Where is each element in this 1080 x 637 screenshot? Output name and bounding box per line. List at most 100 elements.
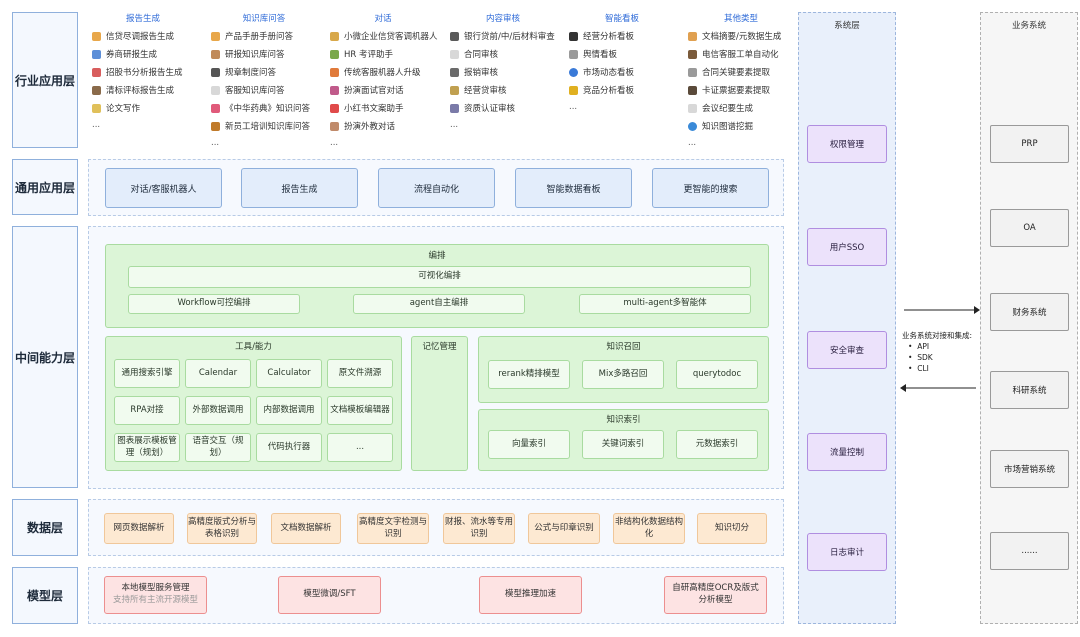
model-item: 模型微调/SFT [278, 576, 381, 614]
local-model-subtitle: 支持所有主流开源模型 [112, 595, 198, 605]
industry-item: 论文写作 [92, 102, 140, 114]
industry-item: 扮演面试官对话 [330, 84, 404, 96]
industry-more: ... [211, 138, 220, 148]
business-system-item: 科研系统 [990, 371, 1069, 409]
index-item: 关键词索引 [582, 430, 664, 459]
local-model-service: 本地模型服务管理 支持所有主流开源模型 [104, 576, 207, 614]
industry-column-title: 内容审核 [485, 14, 520, 24]
bank-icon [330, 31, 339, 41]
model-item: 模型推理加速 [479, 576, 582, 614]
system-item-security: 安全审查 [807, 331, 887, 369]
tools-title: 工具/能力 [235, 342, 272, 352]
industry-item: 合同审核 [450, 48, 498, 60]
recall-title: 知识召回 [606, 342, 641, 352]
industry-item: 研报知识库问答 [211, 48, 285, 60]
industry-item: 招股书分析报告生成 [92, 66, 183, 78]
layer-label-data: 数据层 [12, 499, 78, 556]
card-icon [450, 31, 459, 41]
industry-more: ... [92, 120, 101, 130]
general-app-automation: 流程自动化 [378, 168, 495, 208]
pin-icon [330, 103, 339, 113]
industry-item: HR 考评助手 [330, 48, 393, 60]
integration-bullet: • CLI [908, 364, 929, 373]
industry-item: 舆情看板 [569, 48, 617, 60]
contract-icon [450, 49, 459, 59]
checklist-icon [330, 49, 339, 59]
industry-item: 清标评标报告生成 [92, 84, 174, 96]
industry-item: 报销审核 [450, 66, 498, 78]
industry-item: 经营分析看板 [569, 30, 634, 42]
system-item-permission: 权限管理 [807, 125, 887, 163]
report-icon [92, 49, 101, 59]
teacher-icon [330, 121, 339, 131]
business-system-item: 财务系统 [990, 293, 1069, 331]
integration-bullet: • API [908, 342, 930, 351]
data-item: 高精度版式分析与表格识别 [187, 513, 257, 544]
receipt-icon [450, 67, 459, 77]
industry-item: 产品手册手册问答 [211, 30, 293, 42]
industry-item: 传统客服机器人升级 [330, 66, 421, 78]
globe-icon [569, 67, 578, 77]
industry-item: 知识图谱挖掘 [688, 120, 753, 132]
chat-icon [211, 85, 220, 95]
tool-item: 语音交互（规划） [185, 433, 251, 462]
megaphone-icon [569, 49, 578, 59]
data-item: 财报、流水等专用识别 [443, 513, 515, 544]
industry-item: 银行贷前/中/后材料审查 [450, 30, 555, 42]
industry-item: 规章制度问答 [211, 66, 276, 78]
document-icon [688, 31, 697, 41]
person-icon [211, 31, 220, 41]
local-model-title: 本地模型服务管理 [121, 583, 190, 594]
id-card-icon [688, 85, 697, 95]
layer-label-middle: 中间能力层 [12, 226, 78, 488]
training-icon [211, 121, 220, 131]
industry-item: 客服知识库问答 [211, 84, 285, 96]
industry-item: 市场动态看板 [569, 66, 634, 78]
model-item: 自研高精度OCR及版式分析模型 [664, 576, 767, 614]
tool-item: Calculator [256, 359, 322, 388]
industry-item: 资质认证审核 [450, 102, 515, 114]
industry-item: 小微企业信贷客调机器人 [330, 30, 438, 42]
report-icon [92, 31, 101, 41]
industry-more: ... [569, 102, 578, 112]
recall-item: Mix多路召回 [582, 360, 664, 389]
industry-item: 竞品分析看板 [569, 84, 634, 96]
industry-item: 合同关键要素提取 [688, 66, 770, 78]
book-icon [211, 67, 220, 77]
integration-bullet: • SDK [908, 353, 933, 362]
index-item: 向量索引 [488, 430, 570, 459]
visual-orchestration: 可视化编排 [128, 266, 751, 288]
robot-icon [330, 67, 339, 77]
industry-item: 新员工培训知识库问答 [211, 120, 310, 132]
industry-item: 小红书文案助手 [330, 102, 404, 114]
data-item: 高精度文字检测与识别 [357, 513, 429, 544]
monitor-icon [569, 31, 578, 41]
chart-icon [92, 67, 101, 77]
bank-icon [450, 85, 459, 95]
general-app-report: 报告生成 [241, 168, 358, 208]
tool-item: 代码执行器 [256, 433, 322, 462]
recall-item: querytodoc [676, 360, 758, 389]
tool-item: 内部数据调用 [256, 396, 322, 425]
trophy-icon [569, 85, 578, 95]
contract-icon [688, 67, 697, 77]
headset-icon [688, 49, 697, 59]
business-system-item: PRP [990, 125, 1069, 163]
tool-item: 原文件溯源 [327, 359, 393, 388]
search-icon [450, 103, 459, 113]
agent-orchestration: agent自主编排 [353, 294, 525, 314]
document-icon [92, 85, 101, 95]
industry-more: ... [330, 138, 339, 148]
layer-label-industry: 行业应用层 [12, 12, 78, 148]
arrow-left-icon [900, 384, 906, 392]
tool-item: Calendar [185, 359, 251, 388]
general-app-chatbot: 对话/客服机器人 [105, 168, 222, 208]
integration-list: • API • SDK • CLI [908, 341, 933, 374]
data-item: 网页数据解析 [104, 513, 174, 544]
index-title: 知识索引 [606, 415, 641, 425]
orchestration-title: 编排 [428, 251, 446, 261]
pill-icon [211, 103, 220, 113]
industry-column-title: 知识库问答 [242, 14, 286, 24]
integration-title: 业务系统对接和集成: [902, 331, 973, 340]
tool-item: 通用搜索引擎 [114, 359, 180, 388]
